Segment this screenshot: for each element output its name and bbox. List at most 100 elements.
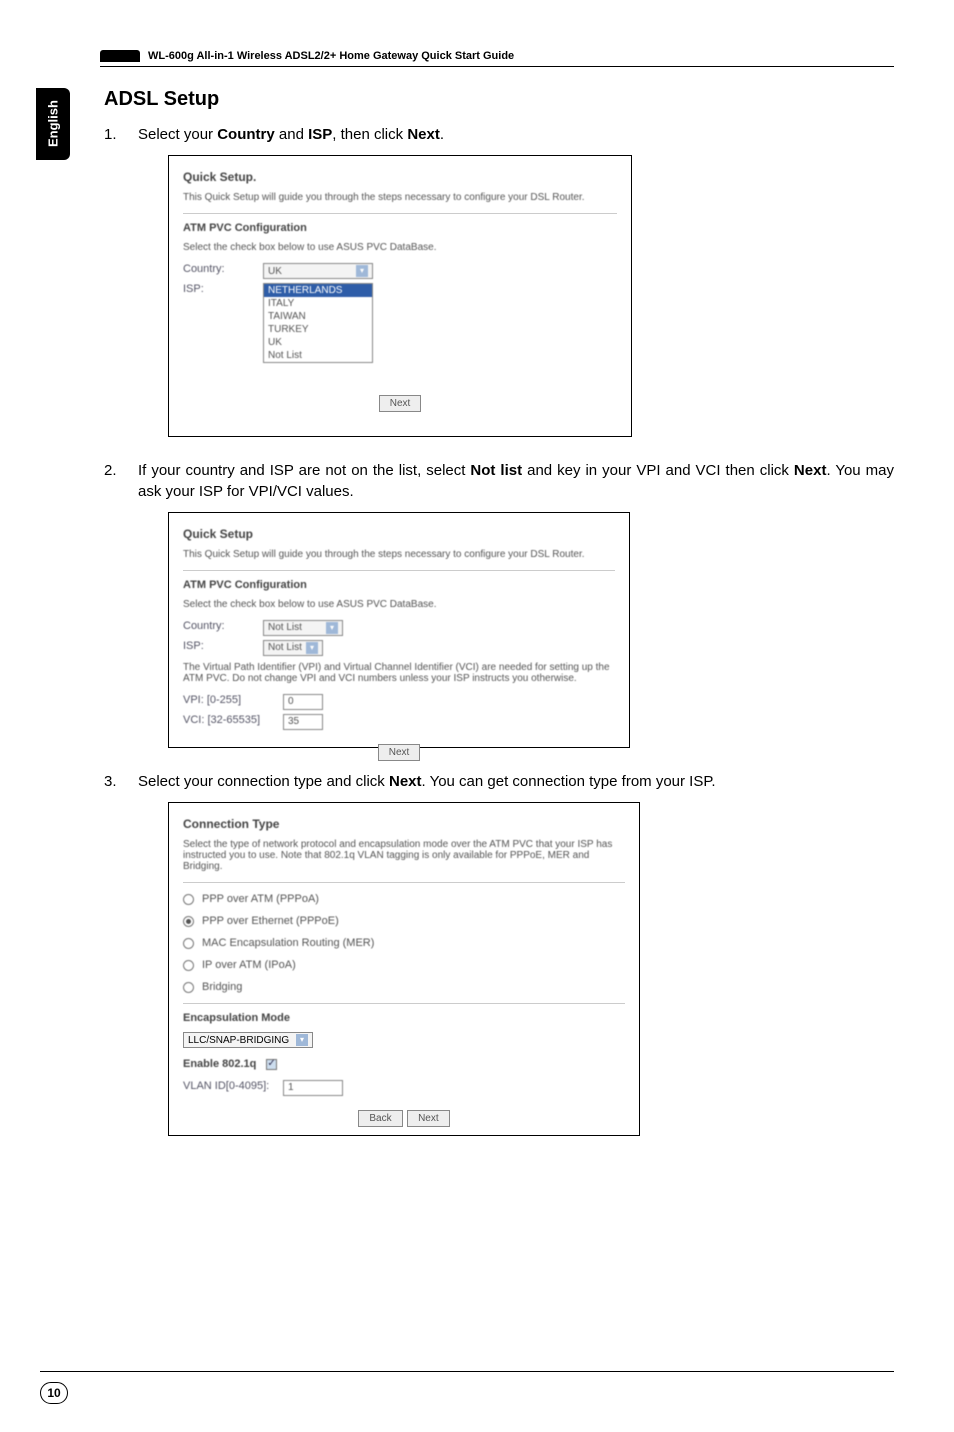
shot1-country-select[interactable]: UK ▾ (263, 263, 373, 279)
radio-pppoa-label: PPP over ATM (PPPoA) (202, 893, 319, 905)
list-item[interactable]: TURKEY (264, 323, 372, 336)
shot3-back-button[interactable]: Back (358, 1110, 402, 1127)
step-1-pre: Select your (138, 126, 217, 143)
step-3-number: 3. (104, 772, 138, 792)
radio-icon (183, 938, 194, 949)
list-item[interactable]: ITALY (264, 297, 372, 310)
radio-bridging-label: Bridging (202, 981, 242, 993)
shot2-subheading: ATM PVC Configuration (183, 579, 615, 591)
step-2-next: Next (794, 462, 827, 479)
section-heading: ADSL Setup (104, 88, 894, 111)
shot2-country-value: Not List (268, 622, 302, 633)
step-1-isp: ISP (308, 126, 332, 143)
list-item[interactable]: TAIWAN (264, 310, 372, 323)
shot1-hint: Select the check box below to use ASUS P… (183, 242, 617, 253)
step-2-notlist: Not list (470, 462, 522, 479)
radio-pppoa[interactable]: PPP over ATM (PPPoA) (183, 893, 625, 905)
shot2-hint: Select the check box below to use ASUS P… (183, 599, 615, 610)
footer-line (40, 1371, 894, 1372)
shot1-isp-label: ISP: (183, 283, 263, 363)
radio-icon (183, 960, 194, 971)
shot1-country-label: Country: (183, 263, 263, 279)
divider (183, 213, 617, 214)
shot3-encap-label: Encapsulation Mode (183, 1012, 625, 1024)
dropdown-arrow-icon: ▾ (306, 642, 318, 654)
radio-pppoe[interactable]: PPP over Ethernet (PPPoE) (183, 915, 625, 927)
shot2-vp-desc: The Virtual Path Identifier (VPI) and Vi… (183, 662, 615, 684)
shot2-desc: This Quick Setup will guide you through … (183, 549, 615, 560)
list-item[interactable]: NETHERLANDS (264, 284, 372, 297)
shot2-vpi-input[interactable]: 0 (283, 694, 323, 710)
shot2-vci-label: VCI: [32-65535] (183, 714, 283, 730)
shot1-desc: This Quick Setup will guide you through … (183, 192, 617, 203)
shot1-title: Quick Setup. (183, 170, 617, 184)
radio-ipoa-label: IP over ATM (IPoA) (202, 959, 296, 971)
shot1-next-button[interactable]: Next (379, 395, 422, 412)
language-tab: English (36, 88, 70, 160)
shot2-title: Quick Setup (183, 527, 615, 541)
step-1: 1. Select your Country and ISP, then cli… (104, 125, 894, 145)
shot2-isp-value: Not List (268, 642, 302, 653)
radio-mer[interactable]: MAC Encapsulation Routing (MER) (183, 937, 625, 949)
shot2-next-button[interactable]: Next (378, 744, 421, 761)
step-3: 3. Select your connection type and click… (104, 772, 894, 792)
screenshot-1: Quick Setup. This Quick Setup will guide… (168, 155, 632, 437)
radio-icon (183, 982, 194, 993)
shot3-enable-label: Enable 802.1q (183, 1058, 256, 1070)
divider (183, 570, 615, 571)
shot3-vlan-input[interactable]: 1 (283, 1080, 343, 1096)
step-2-mid: and key in your VPI and VCI then click (522, 462, 794, 479)
radio-pppoe-label: PPP over Ethernet (PPPoE) (202, 915, 339, 927)
shot3-title: Connection Type (183, 817, 625, 831)
shot2-isp-select[interactable]: Not List ▾ (263, 640, 323, 656)
divider (183, 1003, 625, 1004)
shot1-isp-listbox[interactable]: NETHERLANDS ITALY TAIWAN TURKEY UK Not L… (263, 283, 373, 363)
shot3-next-button[interactable]: Next (407, 1110, 450, 1127)
step-1-mid2: , then click (332, 126, 407, 143)
step-1-next: Next (407, 126, 440, 143)
step-1-number: 1. (104, 125, 138, 145)
dropdown-arrow-icon: ▾ (296, 1034, 308, 1046)
radio-mer-label: MAC Encapsulation Routing (MER) (202, 937, 374, 949)
step-2-text: If your country and ISP are not on the l… (138, 461, 894, 502)
shot2-vpi-label: VPI: [0-255] (183, 694, 283, 710)
page-number: 10 (40, 1382, 68, 1404)
shot1-subheading: ATM PVC Configuration (183, 222, 617, 234)
radio-ipoa[interactable]: IP over ATM (IPoA) (183, 959, 625, 971)
header-product-line: WL-600g All-in-1 Wireless ADSL2/2+ Home … (148, 50, 514, 62)
step-2-number: 2. (104, 461, 138, 502)
step-2-pre: If your country and ISP are not on the l… (138, 462, 470, 479)
dropdown-arrow-icon: ▾ (356, 265, 368, 277)
list-item[interactable]: UK (264, 336, 372, 349)
list-item[interactable]: Not List (264, 349, 372, 362)
shot3-encap-select[interactable]: LLC/SNAP-BRIDGING ▾ (183, 1032, 313, 1048)
radio-icon (183, 894, 194, 905)
shot2-isp-label: ISP: (183, 640, 263, 656)
shot2-country-select[interactable]: Not List ▾ (263, 620, 343, 636)
radio-icon (183, 916, 194, 927)
radio-bridging[interactable]: Bridging (183, 981, 625, 993)
shot2-country-label: Country: (183, 620, 263, 636)
step-3-next: Next (389, 773, 422, 790)
page-header: WL-600g All-in-1 Wireless ADSL2/2+ Home … (100, 50, 894, 67)
step-2: 2. If your country and ISP are not on th… (104, 461, 894, 502)
shot3-vlan-label: VLAN ID[0-4095]: (183, 1080, 283, 1096)
router-icon (100, 50, 140, 62)
step-1-country: Country (217, 126, 275, 143)
divider (183, 882, 625, 883)
shot3-encap-value: LLC/SNAP-BRIDGING (188, 1035, 289, 1046)
step-1-post: . (440, 126, 444, 143)
shot1-country-value: UK (268, 266, 282, 277)
shot2-vci-input[interactable]: 35 (283, 714, 323, 730)
enable-8021q-checkbox[interactable] (266, 1059, 277, 1070)
screenshot-2: Quick Setup This Quick Setup will guide … (168, 512, 630, 748)
step-1-mid: and (275, 126, 308, 143)
step-3-pre: Select your connection type and click (138, 773, 389, 790)
step-3-text: Select your connection type and click Ne… (138, 772, 894, 792)
step-1-text: Select your Country and ISP, then click … (138, 125, 894, 145)
shot3-desc: Select the type of network protocol and … (183, 839, 625, 872)
enable-8021q-row: Enable 802.1q (183, 1058, 625, 1070)
step-3-post: . You can get connection type from your … (422, 773, 716, 790)
main-content: ADSL Setup 1. Select your Country and IS… (104, 88, 894, 1160)
screenshot-3: Connection Type Select the type of netwo… (168, 802, 640, 1136)
